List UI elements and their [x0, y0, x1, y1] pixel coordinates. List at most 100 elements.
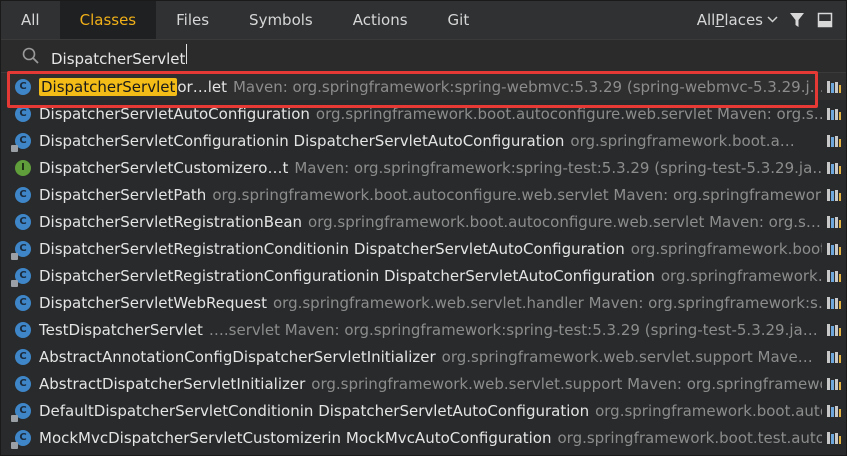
library-icon: [822, 343, 846, 370]
result-container: in DispatcherServletAutoConfiguration: [275, 131, 565, 150]
search-everywhere-popup: All Classes Files Symbols Actions Git All Pla…: [0, 0, 847, 456]
library-icon: [822, 154, 846, 181]
result-row[interactable]: C DispatcherServletConfiguration in Dispa…: [1, 127, 846, 154]
lock-icon: [11, 414, 18, 422]
places-rest: laces: [724, 11, 763, 29]
result-location: org.springframework.boot.aut…: [630, 239, 846, 258]
library-icon: [822, 127, 846, 154]
library-icon: [822, 100, 846, 127]
result-class-name: DispatcherServletPath: [39, 185, 207, 204]
lock-icon: [11, 279, 18, 287]
places-dropdown[interactable]: All Places: [697, 11, 778, 29]
result-row[interactable]: C DispatcherServletRegistrationBean org.sp…: [1, 208, 846, 235]
class-icon: C: [15, 321, 31, 338]
result-class-name: DispatcherServletRegistrationBean: [39, 212, 303, 231]
search-input[interactable]: DispatcherServlet: [51, 44, 451, 68]
tab-files[interactable]: Files: [156, 1, 229, 39]
lock-icon: [11, 441, 18, 449]
lock-icon: [11, 252, 18, 260]
result-row[interactable]: C DispatcherServletPath org.springframewor…: [1, 181, 846, 208]
result-class-name: DispatcherServletRegistrationConfigurati…: [39, 266, 366, 285]
tab-actions[interactable]: Actions: [333, 1, 428, 39]
result-row[interactable]: C DispatcherServletRegistrationConfigurat…: [1, 262, 846, 289]
chevron-down-icon: [767, 15, 778, 26]
tab-all[interactable]: All: [1, 1, 60, 39]
result-row[interactable]: C DispatcherServletRegistrationCondition …: [1, 235, 846, 262]
places-prefix: All: [696, 11, 716, 29]
result-class-name: AbstractAnnotationConfigDispatcherServle…: [39, 347, 436, 366]
class-icon: C: [11, 402, 31, 422]
result-location: org.springframework.boot.autoco…: [595, 401, 846, 420]
result-container: in MockMvcAutoConfiguration: [327, 428, 552, 447]
class-icon: C: [15, 105, 31, 122]
result-location: org.springframework…: [660, 266, 833, 285]
result-container: in DispatcherServletAutoConfiguration: [365, 266, 655, 285]
class-icon: C: [11, 240, 31, 260]
library-icon: [822, 235, 846, 262]
class-icon: C: [15, 213, 31, 230]
library-icon: [822, 181, 846, 208]
open-in-window-icon[interactable]: [816, 11, 834, 29]
class-icon: C: [15, 186, 31, 203]
text-caret: [186, 44, 188, 64]
class-icon: C: [11, 132, 31, 152]
result-container: or…let: [177, 77, 227, 96]
result-class-name: DispatcherServletWebRequest: [39, 293, 267, 312]
tab-classes[interactable]: Classes: [59, 1, 157, 39]
result-class-name: AbstractDispatcherServletInitializer: [39, 374, 306, 393]
places-mnemonic: P: [715, 11, 725, 29]
result-row[interactable]: C TestDispatcherServlet ….servlet Maven: o…: [1, 316, 846, 343]
result-location: org.springframework.boot.autoconfigure.w…: [212, 185, 845, 204]
result-location: Maven: org.springframework:spring-test:5…: [294, 158, 828, 177]
result-location: org.springframework.boot.a…: [570, 131, 795, 150]
library-icon: [822, 208, 846, 235]
result-class-name: MockMvcDispatcherServletCustomizer: [39, 428, 328, 447]
result-location: Maven: org.springframework:spring-webmvc…: [232, 77, 825, 96]
result-location: ….servlet Maven: org.springframework:spr…: [208, 320, 818, 339]
class-icon: C: [11, 429, 31, 449]
match-highlight: DispatcherServlet: [39, 77, 178, 96]
result-class-name: DispatcherServletCustomizer: [39, 158, 259, 177]
class-icon: C: [11, 267, 31, 287]
result-class-name: DefaultDispatcherServletCondition: [39, 401, 300, 420]
result-container: in DispatcherServletAutoConfiguration: [299, 401, 590, 420]
result-row[interactable]: C AbstractAnnotationConfigDispatcherServl…: [1, 343, 846, 370]
result-container: o…t: [258, 158, 289, 177]
result-class-name: DispatcherServletRegistrationCondition: [39, 239, 336, 258]
library-icon: [822, 262, 846, 289]
search-input-value: DispatcherServlet: [51, 50, 186, 68]
library-icon: [822, 289, 846, 316]
result-location: org.springframework.boot.autoconfigure.w…: [315, 104, 829, 123]
search-bar: DispatcherServlet: [1, 39, 846, 73]
tab-symbols[interactable]: Symbols: [229, 1, 333, 39]
result-class-name: TestDispatcherServlet: [39, 320, 203, 339]
class-icon: C: [15, 375, 31, 392]
library-icon: [822, 316, 846, 343]
scope-tabbar: All Classes Files Symbols Actions Git All Pla…: [1, 1, 846, 39]
result-row[interactable]: C MockMvcDispatcherServletCustomizer in M…: [1, 424, 846, 451]
result-row[interactable]: C DispatcherServletWebRequest org.springfr…: [1, 289, 846, 316]
result-location: org.springframework.web.servlet.support …: [441, 347, 813, 366]
result-location: org.springframework.boot.autoconfigure.w…: [308, 212, 821, 231]
interface-icon: I: [15, 159, 31, 176]
library-icon: [822, 370, 846, 397]
result-container: in DispatcherServletAutoConfiguration: [335, 239, 625, 258]
class-icon: C: [15, 78, 31, 95]
result-class-name: DispatcherServletAutoConfiguration: [39, 104, 310, 123]
tab-git[interactable]: Git: [428, 1, 490, 39]
lock-icon: [11, 144, 18, 152]
result-location: org.springframework.web.servlet.handler …: [272, 293, 833, 312]
result-row[interactable]: C DefaultDispatcherServletCondition in Di…: [1, 397, 846, 424]
class-icon: C: [15, 294, 31, 311]
result-row[interactable]: C DispatcherServlet or…let Maven: org.spr…: [1, 73, 846, 100]
tabbar-tools: All Places: [697, 1, 846, 39]
class-icon: C: [15, 348, 31, 365]
result-row[interactable]: I DispatcherServletCustomizer o…t Maven: …: [1, 154, 846, 181]
result-row[interactable]: C AbstractDispatcherServletInitializer org…: [1, 370, 846, 397]
result-location: org.springframework.web.servlet.support …: [311, 374, 846, 393]
search-icon: [21, 46, 41, 66]
library-icon: [822, 397, 846, 424]
result-row[interactable]: C DispatcherServletAutoConfiguration org.s…: [1, 100, 846, 127]
results-list: C DispatcherServlet or…let Maven: org.spr…: [1, 73, 846, 451]
filter-icon[interactable]: [788, 11, 806, 29]
